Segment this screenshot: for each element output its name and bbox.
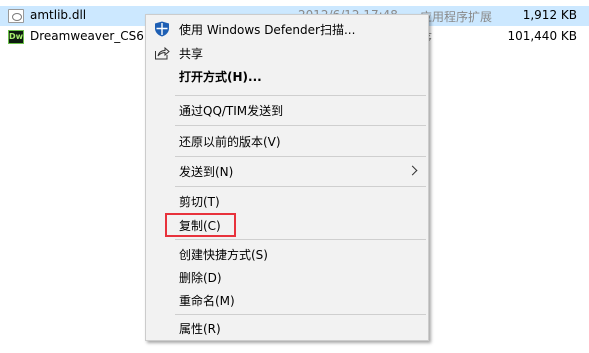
copy-highlight-box [165, 213, 236, 237]
menu-item-share[interactable]: 共享 [146, 42, 428, 64]
menu-item-label: 发送到(N) [179, 165, 234, 179]
menu-item-label: 共享 [179, 47, 204, 61]
file-size: 1,912 KB [522, 8, 577, 22]
menu-item-label: 还原以前的版本(V) [179, 135, 281, 149]
menu-item-label: 重命名(M) [179, 294, 235, 308]
menu-item-label: 使用 Windows Defender扫描... [179, 23, 356, 37]
menu-item-defender-scan[interactable]: 使用 Windows Defender扫描... [146, 18, 428, 40]
context-menu: 使用 Windows Defender扫描... 共享 打开方式(H)... 通… [145, 14, 429, 341]
menu-item-label: 创建快捷方式(S) [179, 248, 268, 262]
file-name: amtlib.dll [30, 8, 87, 22]
share-icon [154, 45, 170, 61]
menu-separator [175, 125, 426, 126]
menu-item-label: 剪切(T) [179, 195, 220, 209]
menu-item-send-qq-tim[interactable]: 通过QQ/TIM发送到 [146, 99, 428, 121]
menu-item-send-to[interactable]: 发送到(N) [146, 160, 428, 182]
file-type: 应用程序扩展 [420, 10, 493, 24]
menu-item-label: 打开方式(H)... [179, 70, 262, 84]
chevron-right-icon [407, 165, 418, 176]
menu-separator [175, 186, 426, 187]
dreamweaver-app-icon: Dw [8, 30, 24, 44]
menu-item-properties[interactable]: 属性(R) [146, 317, 428, 339]
file-size: 101,440 KB [507, 29, 577, 43]
file-name: Dreamweaver_CS6P [30, 29, 152, 43]
menu-item-restore-previous[interactable]: 还原以前的版本(V) [146, 130, 428, 152]
menu-item-cut[interactable]: 剪切(T) [146, 190, 428, 212]
menu-item-delete[interactable]: 删除(D) [146, 266, 428, 288]
menu-separator [175, 239, 426, 240]
menu-item-rename[interactable]: 重命名(M) [146, 289, 428, 311]
menu-separator [175, 95, 426, 96]
menu-separator [175, 314, 426, 315]
menu-item-label: 属性(R) [179, 322, 221, 336]
dll-file-icon [8, 9, 24, 23]
menu-item-open-with[interactable]: 打开方式(H)... [146, 65, 428, 87]
menu-item-create-shortcut[interactable]: 创建快捷方式(S) [146, 243, 428, 265]
windows-defender-shield-icon [154, 21, 170, 37]
menu-separator [175, 156, 426, 157]
menu-item-label: 删除(D) [179, 271, 222, 285]
menu-item-label: 通过QQ/TIM发送到 [179, 104, 284, 118]
